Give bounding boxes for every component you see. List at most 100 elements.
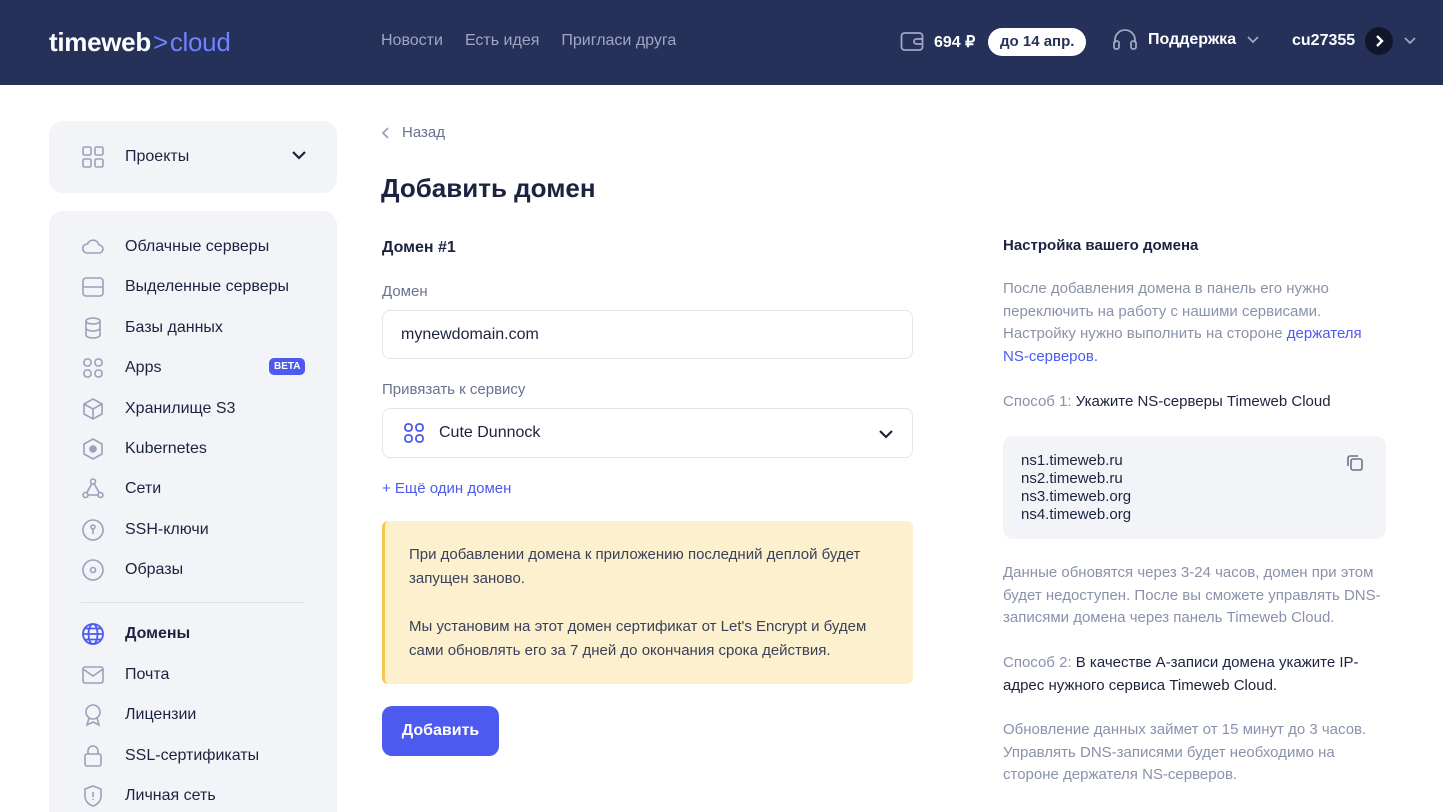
nav-invite[interactable]: Пригласи друга	[561, 32, 676, 50]
domain-input[interactable]	[382, 310, 913, 359]
lock-icon	[81, 744, 105, 768]
domain-section-title: Домен #1	[382, 239, 456, 256]
license-icon	[81, 703, 105, 727]
method-1-note: Данные обновятся через 3-24 часов, домен…	[1003, 564, 1381, 626]
sidebar-item-cloud-servers[interactable]: Облачные серверы	[81, 233, 269, 261]
info-title: Настройка вашего домена	[1003, 237, 1199, 254]
service-label: Привязать к сервису	[382, 381, 526, 398]
sidebar-item-label: SSH-ключи	[125, 521, 209, 538]
disc-icon	[81, 558, 105, 582]
sidebar-item-private-network[interactable]: Личная сеть	[81, 782, 216, 810]
sidebar-item-databases[interactable]: Базы данных	[81, 314, 223, 342]
ns-server: ns1.timeweb.ru	[1021, 452, 1123, 469]
ns-server: ns2.timeweb.ru	[1021, 470, 1123, 487]
mail-icon	[81, 663, 105, 687]
method-2-note: Обновление данных займет от 15 минут до …	[1003, 721, 1367, 783]
sidebar-item-mail[interactable]: Почта	[81, 661, 169, 689]
sidebar-item-ssh-keys[interactable]: SSH-ключи	[81, 516, 209, 544]
info-intro: После добавления домена в панель его нуж…	[1003, 278, 1388, 368]
sidebar-item-label: Выделенные серверы	[125, 278, 290, 295]
sidebar-item-label: Лицензии	[125, 706, 197, 723]
ns-server: ns3.timeweb.org	[1021, 488, 1132, 505]
sidebar-menu: Облачные серверы Выделенные серверы Базы…	[49, 211, 337, 812]
sidebar-item-label: Облачные серверы	[125, 238, 270, 255]
sidebar-item-label: Хранилище S3	[125, 400, 236, 417]
method-2: Способ 2: В качестве А-записи домена ука…	[1003, 652, 1388, 697]
network-icon	[81, 477, 105, 501]
sidebar-item-domains[interactable]: Домены	[81, 620, 190, 648]
add-domain-button[interactable]: Добавить	[382, 706, 499, 756]
sidebar-item-label: Почта	[125, 666, 170, 683]
apps-icon	[404, 423, 424, 443]
warning-notice: При добавлении домена к приложению после…	[382, 521, 913, 684]
back-link[interactable]: Назад	[382, 124, 445, 141]
ns-servers-box: ns1.timeweb.ru ns2.timeweb.ru ns3.timewe…	[1003, 436, 1386, 539]
due-date-badge[interactable]: до 14 апр.	[988, 28, 1087, 56]
method-1-prefix: Способ 1:	[1003, 393, 1076, 410]
logo-main: timeweb	[49, 27, 151, 57]
key-icon	[81, 518, 105, 542]
top-nav: Новости Есть идея Пригласи друга	[381, 32, 676, 50]
support-menu[interactable]: Поддержка	[1112, 28, 1260, 52]
user-menu[interactable]: cu27355	[1292, 27, 1417, 55]
headset-icon	[1113, 29, 1137, 50]
globe-icon	[81, 622, 105, 646]
shield-icon	[81, 784, 105, 808]
chevron-left-icon	[382, 126, 389, 139]
logo-cloud: cloud	[169, 27, 231, 57]
sidebar-item-apps[interactable]: Apps	[81, 354, 161, 382]
sidebar-divider	[81, 602, 304, 603]
balance[interactable]: 694 ₽	[934, 32, 975, 52]
projects-label: Проекты	[125, 148, 190, 165]
sidebar-item-licenses[interactable]: Лицензии	[81, 701, 196, 729]
sidebar-item-s3-storage[interactable]: Хранилище S3	[81, 395, 235, 423]
method-1: Способ 1: Укажите NS-серверы Timeweb Clo…	[1003, 391, 1388, 414]
add-another-domain-link[interactable]: + Ещё один домен	[382, 480, 511, 497]
sidebar-item-label: Домены	[125, 625, 191, 642]
server-icon	[81, 275, 105, 299]
sidebar-item-networks[interactable]: Сети	[81, 475, 161, 503]
method-1-text: Укажите NS-серверы Timeweb Cloud	[1075, 393, 1331, 410]
sidebar-item-label: SSL-сертификаты	[125, 747, 260, 764]
page-title: Добавить домен	[381, 173, 596, 203]
beta-badge: BETA	[269, 358, 306, 375]
sidebar-item-label: Сети	[125, 480, 162, 497]
method-2-prefix: Способ 2:	[1003, 654, 1076, 671]
projects-grid-icon	[82, 146, 104, 168]
nav-news[interactable]: Новости	[381, 32, 443, 50]
ns-server: ns4.timeweb.org	[1021, 506, 1132, 523]
chevron-down-icon	[292, 151, 306, 160]
notice-text: При добавлении домена к приложению после…	[409, 546, 861, 587]
top-header: timeweb > cloud Новости Есть идея Пригласи…	[0, 0, 1443, 85]
projects-dropdown[interactable]: Проекты	[49, 121, 337, 193]
apps-icon	[81, 356, 105, 380]
sidebar-item-label: Личная сеть	[125, 787, 216, 804]
back-label: Назад	[402, 124, 445, 141]
sidebar-item-ssl-certificates[interactable]: SSL-сертификаты	[81, 742, 259, 770]
database-icon	[81, 316, 105, 340]
notice-text: Мы установим на этот домен сертификат от…	[409, 618, 867, 659]
chevron-down-icon	[879, 430, 893, 439]
sidebar-item-dedicated-servers[interactable]: Выделенные серверы	[81, 273, 289, 301]
cloud-icon	[81, 235, 105, 259]
domain-label: Домен	[382, 283, 428, 300]
box-icon	[81, 397, 105, 421]
sidebar-item-label: Kubernetes	[125, 440, 207, 457]
service-value: Cute Dunnock	[439, 424, 541, 441]
sidebar-item-label: Образы	[125, 561, 184, 578]
sidebar-item-label: Apps	[125, 359, 162, 376]
logo[interactable]: timeweb > cloud	[49, 27, 231, 58]
wallet-icon[interactable]	[900, 30, 924, 52]
info-intro-text: После добавления домена в панель его нуж…	[1003, 280, 1329, 342]
sidebar-item-images[interactable]: Образы	[81, 556, 183, 584]
copy-icon[interactable]	[1346, 454, 1364, 472]
logo-chevron: >	[152, 27, 168, 57]
chevron-down-icon	[1247, 36, 1259, 44]
sidebar-item-kubernetes[interactable]: Kubernetes	[81, 435, 207, 463]
service-select[interactable]: Cute Dunnock	[382, 408, 913, 458]
sidebar-item-label: Базы данных	[125, 319, 223, 336]
chevron-down-icon	[1404, 37, 1416, 45]
nav-idea[interactable]: Есть идея	[465, 32, 539, 50]
kubernetes-icon	[81, 437, 105, 461]
support-label: Поддержка	[1148, 31, 1237, 48]
